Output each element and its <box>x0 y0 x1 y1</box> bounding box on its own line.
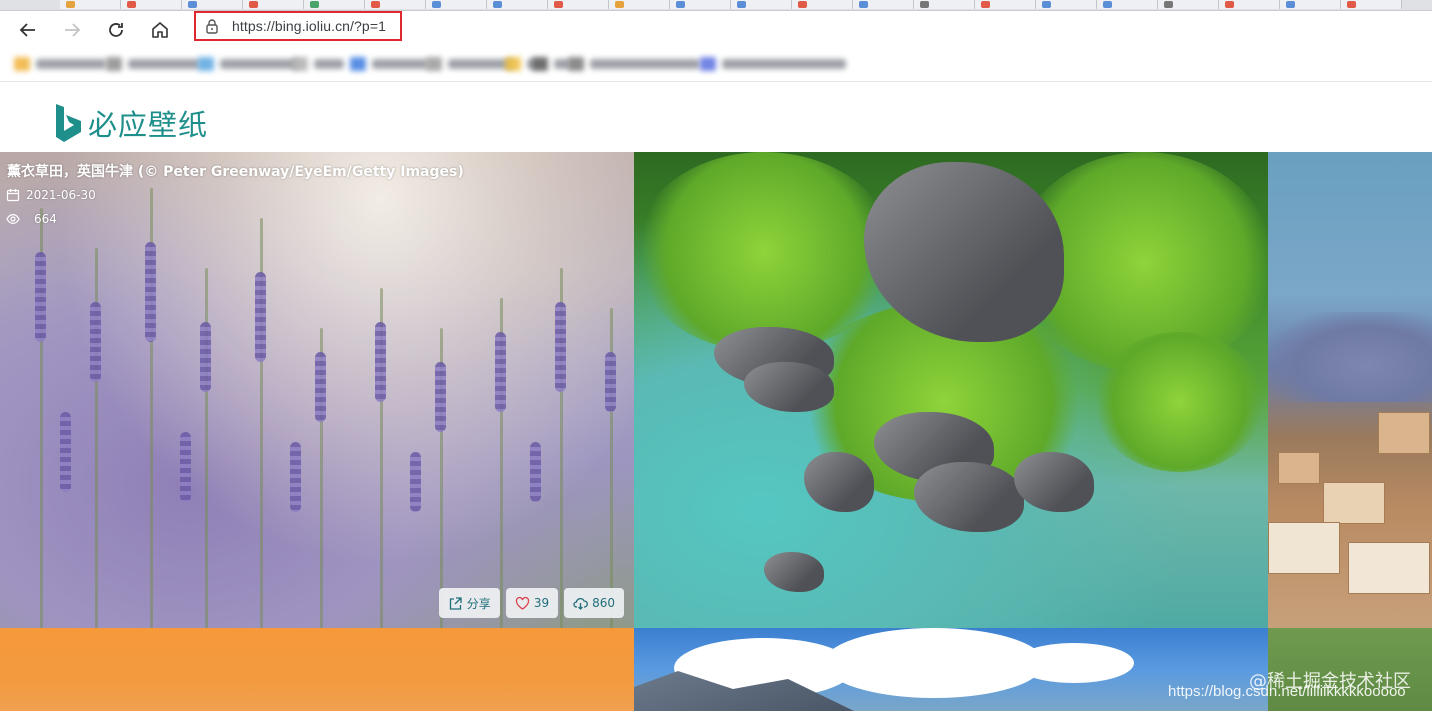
share-icon <box>449 596 462 610</box>
bookmark-item[interactable] <box>568 55 700 73</box>
browser-tab[interactable] <box>243 0 304 9</box>
like-count: 39 <box>533 596 550 610</box>
browser-tab[interactable] <box>548 0 609 9</box>
bookmark-icon <box>426 57 442 71</box>
wallpaper-card-lavender[interactable]: 薰衣草田，英国牛津 (© Peter Greenway/EyeEm/Getty … <box>0 152 634 628</box>
bookmark-icon <box>350 57 366 71</box>
wallpaper-caption[interactable]: 薰衣草田，英国牛津 (© Peter Greenway/EyeEm/Getty … <box>7 161 464 181</box>
site-name: 必应壁纸 <box>88 108 209 142</box>
calendar-icon <box>6 189 20 202</box>
forward-arrow-icon <box>65 23 81 37</box>
browser-tab[interactable] <box>304 0 365 9</box>
heart-icon <box>515 596 529 610</box>
bookmarks-bar <box>0 47 1432 82</box>
bookmark-item[interactable] <box>532 55 570 73</box>
cloud-download-icon <box>573 597 589 610</box>
back-button[interactable] <box>13 15 43 45</box>
browser-tab[interactable] <box>731 0 792 9</box>
browser-tab[interactable] <box>792 0 853 9</box>
download-count: 860 <box>592 596 615 610</box>
back-arrow-icon <box>19 23 35 37</box>
wallpaper-card-island[interactable] <box>634 152 1268 628</box>
wallpaper-date: 2021-06-30 <box>6 188 96 202</box>
bing-logo-icon <box>56 104 81 142</box>
browser-tab[interactable] <box>914 0 975 9</box>
browser-tab[interactable] <box>1280 0 1341 9</box>
bookmark-item[interactable] <box>426 55 514 73</box>
browser-tab[interactable] <box>670 0 731 9</box>
lock-icon <box>206 19 218 34</box>
bookmark-item[interactable] <box>700 55 846 73</box>
bookmark-icon <box>14 57 30 71</box>
bookmark-item[interactable] <box>350 55 428 73</box>
address-bar[interactable]: https://bing.ioliu.cn/?p=1 <box>194 11 402 41</box>
browser-toolbar: https://bing.ioliu.cn/?p=1 <box>0 11 1432 47</box>
browser-tab[interactable] <box>1097 0 1158 9</box>
browser-tab[interactable] <box>121 0 182 9</box>
bookmark-item[interactable] <box>292 55 344 73</box>
bookmark-icon <box>505 57 521 71</box>
home-button[interactable] <box>145 15 175 45</box>
browser-tab[interactable] <box>1158 0 1219 9</box>
views-count: 664 <box>34 212 57 226</box>
forward-button[interactable] <box>57 15 87 45</box>
wallpaper-card-town[interactable] <box>1268 152 1432 628</box>
eye-icon <box>6 213 20 225</box>
bookmark-item[interactable] <box>505 55 535 73</box>
browser-tab[interactable] <box>182 0 243 9</box>
download-button[interactable]: 860 <box>564 588 624 618</box>
bookmark-item[interactable] <box>14 55 106 73</box>
wallpaper-views: 664 <box>6 212 57 226</box>
browser-tab[interactable] <box>487 0 548 9</box>
browser-tab[interactable] <box>853 0 914 9</box>
browser-tab[interactable] <box>609 0 670 9</box>
browser-tab[interactable] <box>1036 0 1097 9</box>
browser-tab[interactable] <box>1341 0 1402 9</box>
bookmark-icon <box>568 57 584 71</box>
browser-tab[interactable] <box>60 0 121 9</box>
site-header: 必应壁纸 <box>0 82 1432 152</box>
browser-tab[interactable] <box>1219 0 1280 9</box>
share-label: 分享 <box>466 596 491 611</box>
wallpaper-card-orange[interactable] <box>0 628 634 711</box>
bookmark-icon <box>700 57 716 71</box>
bookmark-item[interactable] <box>106 55 200 73</box>
home-icon <box>152 22 168 38</box>
bookmark-icon <box>198 57 214 71</box>
bookmark-item[interactable] <box>198 55 298 73</box>
bookmark-icon <box>292 57 308 71</box>
like-button[interactable]: 39 <box>505 588 559 618</box>
wallpaper-actions: 分享 39 860 <box>438 588 624 618</box>
bookmark-icon <box>532 57 548 71</box>
reload-icon <box>109 23 123 37</box>
site-logo[interactable]: 必应壁纸 <box>54 102 208 144</box>
tab-strip <box>0 0 1432 11</box>
date-text: 2021-06-30 <box>26 188 96 202</box>
bookmark-icon <box>106 57 122 71</box>
browser-tab[interactable] <box>426 0 487 9</box>
reload-button[interactable] <box>101 15 131 45</box>
address-bar-blank-area[interactable] <box>402 15 1432 41</box>
browser-tab[interactable] <box>975 0 1036 9</box>
address-url: https://bing.ioliu.cn/?p=1 <box>232 18 386 34</box>
share-button[interactable]: 分享 <box>438 588 500 618</box>
browser-tab[interactable] <box>365 0 426 9</box>
csdn-watermark: https://blog.csdn.net/lilliikkkkkooooo <box>1168 683 1406 700</box>
